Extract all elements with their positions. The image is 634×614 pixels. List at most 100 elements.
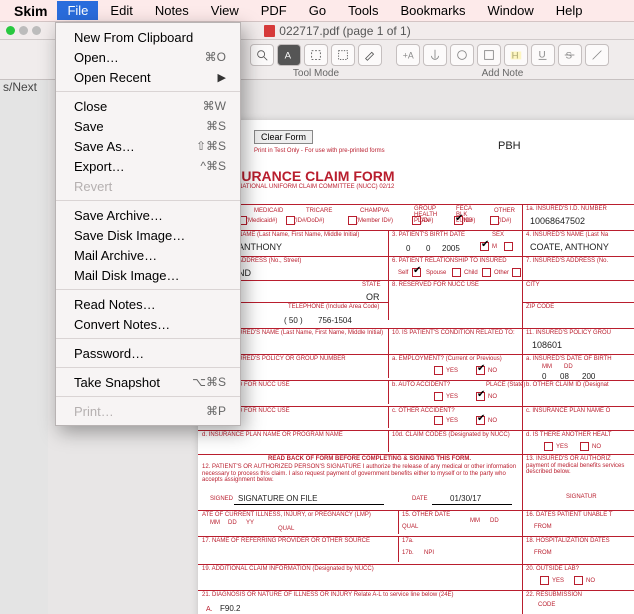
form-subtitle: NATIONAL UNIFORM CLAIM COMMITTEE (NUCC) … — [238, 184, 394, 190]
menu-tools[interactable]: Tools — [338, 1, 388, 20]
select-tool-button[interactable] — [331, 44, 355, 66]
traffic-min-icon[interactable] — [19, 26, 28, 35]
menu-read-notes[interactable]: Read Notes… — [56, 294, 240, 314]
checkbox-another-no[interactable] — [580, 442, 589, 451]
checkbox-champva[interactable] — [348, 216, 357, 225]
checkbox-auto-no[interactable] — [476, 392, 485, 401]
label-spouse: Spouse — [426, 270, 446, 276]
checkbox-emp-yes[interactable] — [434, 366, 443, 375]
menu-new-from-clipboard[interactable]: New From Clipboard — [56, 27, 240, 47]
checkbox-tricare[interactable] — [286, 216, 295, 225]
value-dd: 0 — [426, 244, 430, 253]
label-plan-d: d. INSURANCE PLAN NAME OR PROGRAM NAME — [202, 432, 343, 438]
menu-mail-archive[interactable]: Mail Archive… — [56, 245, 240, 265]
menu-bookmarks[interactable]: Bookmarks — [390, 1, 475, 20]
menu-close[interactable]: Close⌘W — [56, 96, 240, 116]
menu-window[interactable]: Window — [477, 1, 543, 20]
label-patient-name: NAME (Last Name, First Name, Middle Init… — [238, 232, 359, 238]
app-name[interactable]: Skim — [6, 3, 55, 19]
snapshot-tool-button[interactable] — [304, 44, 328, 66]
menu-pdf[interactable]: PDF — [251, 1, 297, 20]
menu-save[interactable]: Save⌘S — [56, 116, 240, 136]
checkbox-oa-yes[interactable] — [434, 416, 443, 425]
menu-notes[interactable]: Notes — [145, 1, 199, 20]
value-insured-name: COATE, ANTHONY — [530, 242, 609, 252]
note-underline-button[interactable]: U — [531, 44, 555, 66]
value-diag-code: F90.2 — [220, 604, 240, 613]
label-readback: READ BACK OF FORM BEFORE COMPLETING & SI… — [268, 456, 471, 462]
svg-text:+A: +A — [403, 51, 414, 61]
menu-view[interactable]: View — [201, 1, 249, 20]
menu-open-recent[interactable]: Open Recent▶ — [56, 67, 240, 87]
value-state: OR — [366, 292, 380, 302]
note-circle-button[interactable] — [450, 44, 474, 66]
checkbox-sex-m[interactable] — [480, 242, 489, 251]
menu-take-snapshot[interactable]: Take Snapshot⌥⌘S — [56, 372, 240, 392]
label-champva: CHAMPVA — [360, 208, 389, 214]
checkbox-group[interactable] — [412, 216, 421, 225]
value-patient-name: ANTHONY — [238, 242, 282, 252]
value-date: 01/30/17 — [450, 494, 481, 503]
sub-feca: (ID#) — [462, 218, 475, 224]
checkbox-auto-yes[interactable] — [434, 392, 443, 401]
label-tel: TELEPHONE (Include Area Code) — [288, 304, 379, 310]
svg-text:A: A — [285, 51, 292, 62]
note-anchor-button[interactable] — [423, 44, 447, 66]
checkbox-self[interactable] — [412, 268, 421, 277]
checkbox-other[interactable] — [490, 216, 499, 225]
window-title: 022717.pdf (page 1 of 1) — [279, 24, 410, 38]
checkbox-lab-no[interactable] — [574, 576, 583, 585]
menu-mail-disk-image[interactable]: Mail Disk Image… — [56, 265, 240, 285]
clear-form-button[interactable]: Clear Form — [254, 130, 313, 144]
menu-help[interactable]: Help — [546, 1, 593, 20]
pdf-page: Clear Form Print in Test Only - For use … — [198, 120, 634, 614]
note-box-button[interactable] — [477, 44, 501, 66]
note-line-button[interactable] — [585, 44, 609, 66]
menu-password[interactable]: Password… — [56, 343, 240, 363]
label-hosp: 18. HOSPITALIZATION DATES — [526, 538, 610, 544]
menu-edit[interactable]: Edit — [100, 1, 142, 20]
text-tool-button[interactable]: A — [277, 44, 301, 66]
label-reserved: 8. RESERVED FOR NUCC USE — [392, 282, 479, 288]
checkbox-spouse[interactable] — [452, 268, 461, 277]
highlight-tool-button[interactable] — [358, 44, 382, 66]
label-insured-addr: 7. INSURED'S ADDRESS (No. — [526, 258, 608, 264]
checkbox-sex-f[interactable] — [504, 242, 513, 251]
label-other-claim: b. OTHER CLAIM ID (Designat — [526, 382, 609, 388]
checkbox-other-rel[interactable] — [512, 268, 521, 277]
label-another: d. IS THERE ANOTHER HEALT — [526, 432, 611, 438]
menu-save-archive[interactable]: Save Archive… — [56, 205, 240, 225]
menu-convert-notes[interactable]: Convert Notes… — [56, 314, 240, 334]
checkbox-another-yes[interactable] — [544, 442, 553, 451]
checkbox-emp-no[interactable] — [476, 366, 485, 375]
checkbox-feca[interactable] — [454, 216, 463, 225]
note-strikeout-button[interactable]: S — [558, 44, 582, 66]
zoom-tool-button[interactable] — [250, 44, 274, 66]
menu-save-disk-image[interactable]: Save Disk Image… — [56, 225, 240, 245]
menu-export[interactable]: Export…^⌘S — [56, 156, 240, 176]
form-title: INSURANCE CLAIM FORM — [218, 168, 395, 184]
note-highlight-button[interactable]: H — [504, 44, 528, 66]
checkbox-oa-no[interactable] — [476, 416, 485, 425]
label-auto: b. AUTO ACCIDENT? — [392, 382, 450, 388]
menu-go[interactable]: Go — [299, 1, 336, 20]
sub-other: (ID#) — [498, 218, 511, 224]
sub-tricare: (ID#/DoD#) — [294, 218, 324, 224]
label-referring: 17. NAME OF REFERRING PROVIDER OR OTHER … — [202, 538, 370, 544]
note-text-button[interactable]: +A — [396, 44, 420, 66]
label-other-insured: URED'S NAME (Last Name, First Name, Midd… — [238, 330, 383, 336]
label-relationship: 6. PATIENT RELATIONSHIP TO INSURED — [392, 258, 507, 264]
menu-separator — [56, 200, 240, 201]
label-outside-lab: 20. OUTSIDE LAB? — [526, 566, 579, 572]
traffic-close-icon[interactable] — [6, 26, 15, 35]
value-yy: 2005 — [442, 244, 460, 253]
checkbox-child[interactable] — [482, 268, 491, 277]
checkbox-lab-yes[interactable] — [540, 576, 549, 585]
label-unable: 16. DATES PATIENT UNABLE T — [526, 512, 612, 518]
label-claim-codes: 10d. CLAIM CODES (Designated by NUCC) — [392, 432, 510, 438]
menu-save-as[interactable]: Save As…⇧⌘S — [56, 136, 240, 156]
menu-file[interactable]: File — [57, 1, 98, 20]
menu-open[interactable]: Open…⌘O — [56, 47, 240, 67]
traffic-zoom-icon[interactable] — [32, 26, 41, 35]
tool-mode-label: Tool Mode — [293, 68, 339, 79]
